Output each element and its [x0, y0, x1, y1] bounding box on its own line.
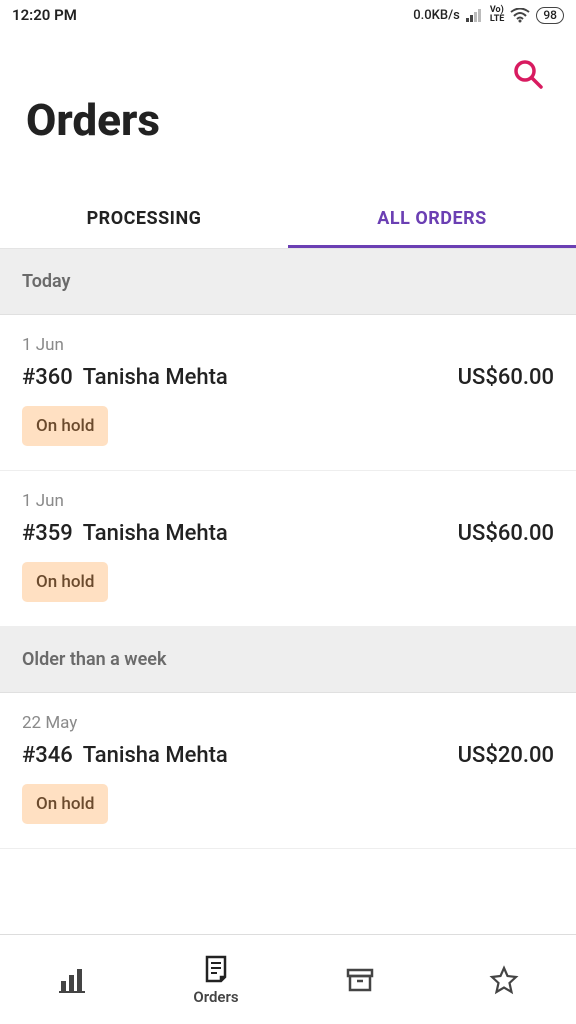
tab-all-orders[interactable]: ALL ORDERS	[288, 188, 576, 248]
nav-orders-label: Orders	[193, 988, 238, 1006]
order-row[interactable]: 1 Jun #360Tanisha Mehta US$60.00 On hold	[0, 315, 576, 471]
wifi-icon	[510, 8, 530, 23]
status-battery: 98	[536, 7, 564, 24]
status-badge: On hold	[22, 784, 108, 824]
stats-icon	[57, 965, 87, 995]
page-title: Orders	[26, 94, 550, 146]
order-id-name: #360Tanisha Mehta	[22, 365, 228, 390]
nav-stats[interactable]	[0, 935, 144, 1024]
order-row[interactable]: 22 May #346Tanisha Mehta US$20.00 On hol…	[0, 693, 576, 849]
search-button[interactable]	[510, 56, 546, 92]
order-amount: US$60.00	[458, 521, 554, 546]
status-bar: 12:20 PM 0.0KB/s Vo) LTE 98	[0, 0, 576, 30]
order-amount: US$60.00	[458, 365, 554, 390]
order-row[interactable]: 1 Jun #359Tanisha Mehta US$60.00 On hold	[0, 471, 576, 627]
nav-orders[interactable]: Orders	[144, 935, 288, 1024]
tab-processing[interactable]: PROCESSING	[0, 188, 288, 248]
status-speed: 0.0KB/s	[413, 8, 460, 23]
orders-icon	[201, 954, 231, 984]
nav-archive[interactable]	[288, 935, 432, 1024]
nav-favorites[interactable]	[432, 935, 576, 1024]
order-amount: US$20.00	[458, 743, 554, 768]
status-badge: On hold	[22, 562, 108, 602]
status-badge: On hold	[22, 406, 108, 446]
tabs: PROCESSING ALL ORDERS	[0, 188, 576, 249]
status-time: 12:20 PM	[12, 6, 77, 24]
section-header-older: Older than a week	[0, 627, 576, 693]
search-icon	[510, 56, 546, 92]
archive-icon	[345, 965, 375, 995]
header: Orders	[0, 30, 576, 156]
status-lte: Vo) LTE	[490, 6, 505, 24]
star-icon	[489, 965, 519, 995]
bottom-nav: Orders	[0, 934, 576, 1024]
section-header-today: Today	[0, 249, 576, 315]
order-date: 22 May	[22, 713, 554, 733]
status-right: 0.0KB/s Vo) LTE 98	[413, 6, 564, 24]
orders-list[interactable]: Today 1 Jun #360Tanisha Mehta US$60.00 O…	[0, 249, 576, 869]
order-date: 1 Jun	[22, 335, 554, 355]
order-id-name: #359Tanisha Mehta	[22, 521, 228, 546]
signal-icon	[466, 8, 484, 22]
order-date: 1 Jun	[22, 491, 554, 511]
order-id-name: #346Tanisha Mehta	[22, 743, 228, 768]
